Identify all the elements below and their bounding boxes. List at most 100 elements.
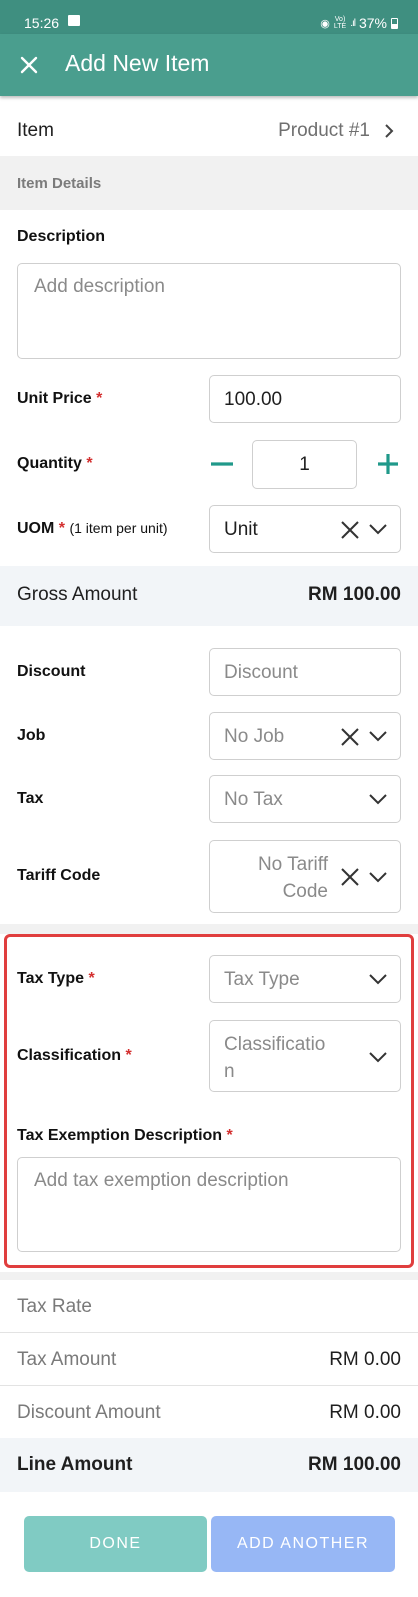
required-marker: *	[226, 1127, 233, 1144]
plus-icon	[378, 454, 398, 474]
close-button[interactable]	[14, 50, 44, 80]
discount-amount-value: RM 0.00	[329, 1402, 401, 1423]
page-title: Add New Item	[65, 50, 210, 76]
classification-label: Classification *	[17, 1047, 132, 1065]
discount-amount-label: Discount Amount	[17, 1402, 161, 1423]
clear-icon[interactable]	[341, 868, 359, 886]
section-header-item-details: Item Details	[0, 156, 418, 210]
tax-exemption-label: Tax Exemption Description *	[17, 1127, 233, 1145]
tax-label-text: Tax	[17, 790, 44, 807]
item-selector[interactable]: Item Product #1	[0, 104, 418, 154]
chevron-down-icon	[369, 731, 387, 742]
add-another-button[interactable]: ADD ANOTHER	[211, 1516, 395, 1572]
classification-select[interactable]: Classificatio n	[209, 1020, 401, 1092]
tax-amount-label: Tax Amount	[17, 1349, 117, 1370]
line-amount-value: RM 100.00	[308, 1454, 401, 1475]
uom-select[interactable]: Unit	[209, 505, 401, 553]
tax-rate-row: Tax Rate	[0, 1280, 418, 1333]
battery-level: 37%	[358, 15, 387, 31]
chevron-down-icon	[369, 1052, 387, 1063]
gallery-icon	[68, 15, 80, 26]
minus-icon	[211, 462, 233, 466]
close-icon	[20, 56, 38, 74]
tariff-placeholder-line-1: No Tariff	[257, 854, 328, 875]
item-value: Product #1	[278, 120, 370, 141]
quantity-label-text: Quantity	[17, 455, 82, 472]
tariff-code-select[interactable]: No Tariff Code	[209, 840, 401, 913]
job-select[interactable]: No Job	[209, 712, 401, 760]
job-label: Job	[17, 727, 45, 745]
quantity-label: Quantity *	[17, 455, 93, 473]
discount-amount-row: Discount Amount RM 0.00	[0, 1386, 418, 1439]
description-label-text: Description	[17, 228, 106, 245]
section-title: Item Details	[17, 175, 102, 192]
tax-label: Tax	[17, 790, 43, 808]
description-textarea[interactable]: Add description	[17, 263, 401, 359]
uom-note: (1 item per unit)	[69, 520, 168, 536]
done-button[interactable]: DONE	[24, 1516, 207, 1572]
discount-placeholder: Discount	[224, 662, 298, 683]
app-header: Add New Item	[0, 34, 418, 96]
unit-price-label: Unit Price *	[17, 390, 102, 408]
quantity-input[interactable]: 1	[252, 440, 357, 489]
tariff-code-label: Tariff Code	[17, 867, 100, 885]
job-label-text: Job	[17, 727, 46, 744]
footer-actions: DONE ADD ANOTHER	[0, 1492, 418, 1597]
tariff-code-placeholder: No Tariff Code	[258, 851, 328, 905]
gross-amount-value: RM 100.00	[308, 584, 401, 605]
discount-label-text: Discount	[17, 663, 86, 680]
chevron-down-icon	[369, 872, 387, 883]
status-time: 15:26	[24, 15, 60, 31]
section-divider	[0, 1272, 418, 1280]
wifi-icon: ◉	[320, 17, 330, 30]
item-label: Item	[17, 120, 54, 141]
discount-input[interactable]: Discount	[209, 648, 401, 696]
tariff-code-label-text: Tariff Code	[17, 867, 101, 884]
unit-price-input[interactable]: 100.00	[209, 375, 401, 423]
quantity-increment-button[interactable]	[375, 451, 401, 477]
unit-price-value: 100.00	[224, 389, 283, 410]
signal-icon: .ıl	[350, 17, 356, 29]
required-marker: *	[88, 970, 95, 987]
job-placeholder: No Job	[224, 726, 285, 747]
classification-placeholder-line-1: Classificatio	[224, 1034, 326, 1055]
quantity-value: 1	[299, 454, 310, 475]
status-bar: 15:26 ◉ Vo) LTE .ıl 37%	[0, 0, 418, 34]
chevron-right-icon	[385, 124, 394, 138]
tax-type-label-text: Tax Type	[17, 970, 84, 987]
tax-amount-value: RM 0.00	[329, 1349, 401, 1370]
required-marker: *	[96, 390, 103, 407]
battery-icon	[391, 17, 398, 29]
description-placeholder: Add description	[34, 276, 165, 297]
chevron-down-icon	[369, 794, 387, 805]
chevron-down-icon	[369, 524, 387, 535]
discount-label: Discount	[17, 663, 85, 681]
tax-select[interactable]: No Tax	[209, 775, 401, 823]
required-marker: *	[86, 455, 93, 472]
tax-amount-row: Tax Amount RM 0.00	[0, 1333, 418, 1386]
classification-placeholder-line-2: n	[224, 1061, 235, 1082]
gross-amount-row: Gross Amount RM 100.00	[0, 566, 418, 626]
tax-rate-label: Tax Rate	[17, 1296, 92, 1317]
tax-exemption-textarea[interactable]: Add tax exemption description	[17, 1157, 401, 1252]
required-marker: *	[58, 520, 66, 537]
tax-placeholder: No Tax	[224, 789, 283, 810]
tax-type-select[interactable]: Tax Type	[209, 955, 401, 1003]
tax-type-label: Tax Type *	[17, 970, 95, 988]
quantity-decrement-button[interactable]	[209, 451, 235, 477]
line-amount-row: Line Amount RM 100.00	[0, 1438, 418, 1492]
required-marker: *	[125, 1047, 132, 1064]
section-divider	[0, 924, 418, 934]
tax-exemption-label-text: Tax Exemption Description	[17, 1127, 223, 1144]
status-indicators: ◉ Vo) LTE .ıl 37%	[320, 15, 398, 31]
classification-placeholder: Classificatio n	[224, 1031, 325, 1085]
unit-price-label-text: Unit Price	[17, 390, 92, 407]
clear-icon[interactable]	[341, 521, 359, 539]
tax-exemption-placeholder: Add tax exemption description	[34, 1170, 289, 1191]
lte-indicator: Vo) LTE	[333, 16, 347, 30]
clear-icon[interactable]	[341, 728, 359, 746]
description-label: Description	[17, 228, 105, 246]
uom-label: UOM * (1 item per unit)	[17, 520, 168, 538]
uom-value: Unit	[224, 519, 258, 540]
tax-type-placeholder: Tax Type	[224, 969, 300, 990]
